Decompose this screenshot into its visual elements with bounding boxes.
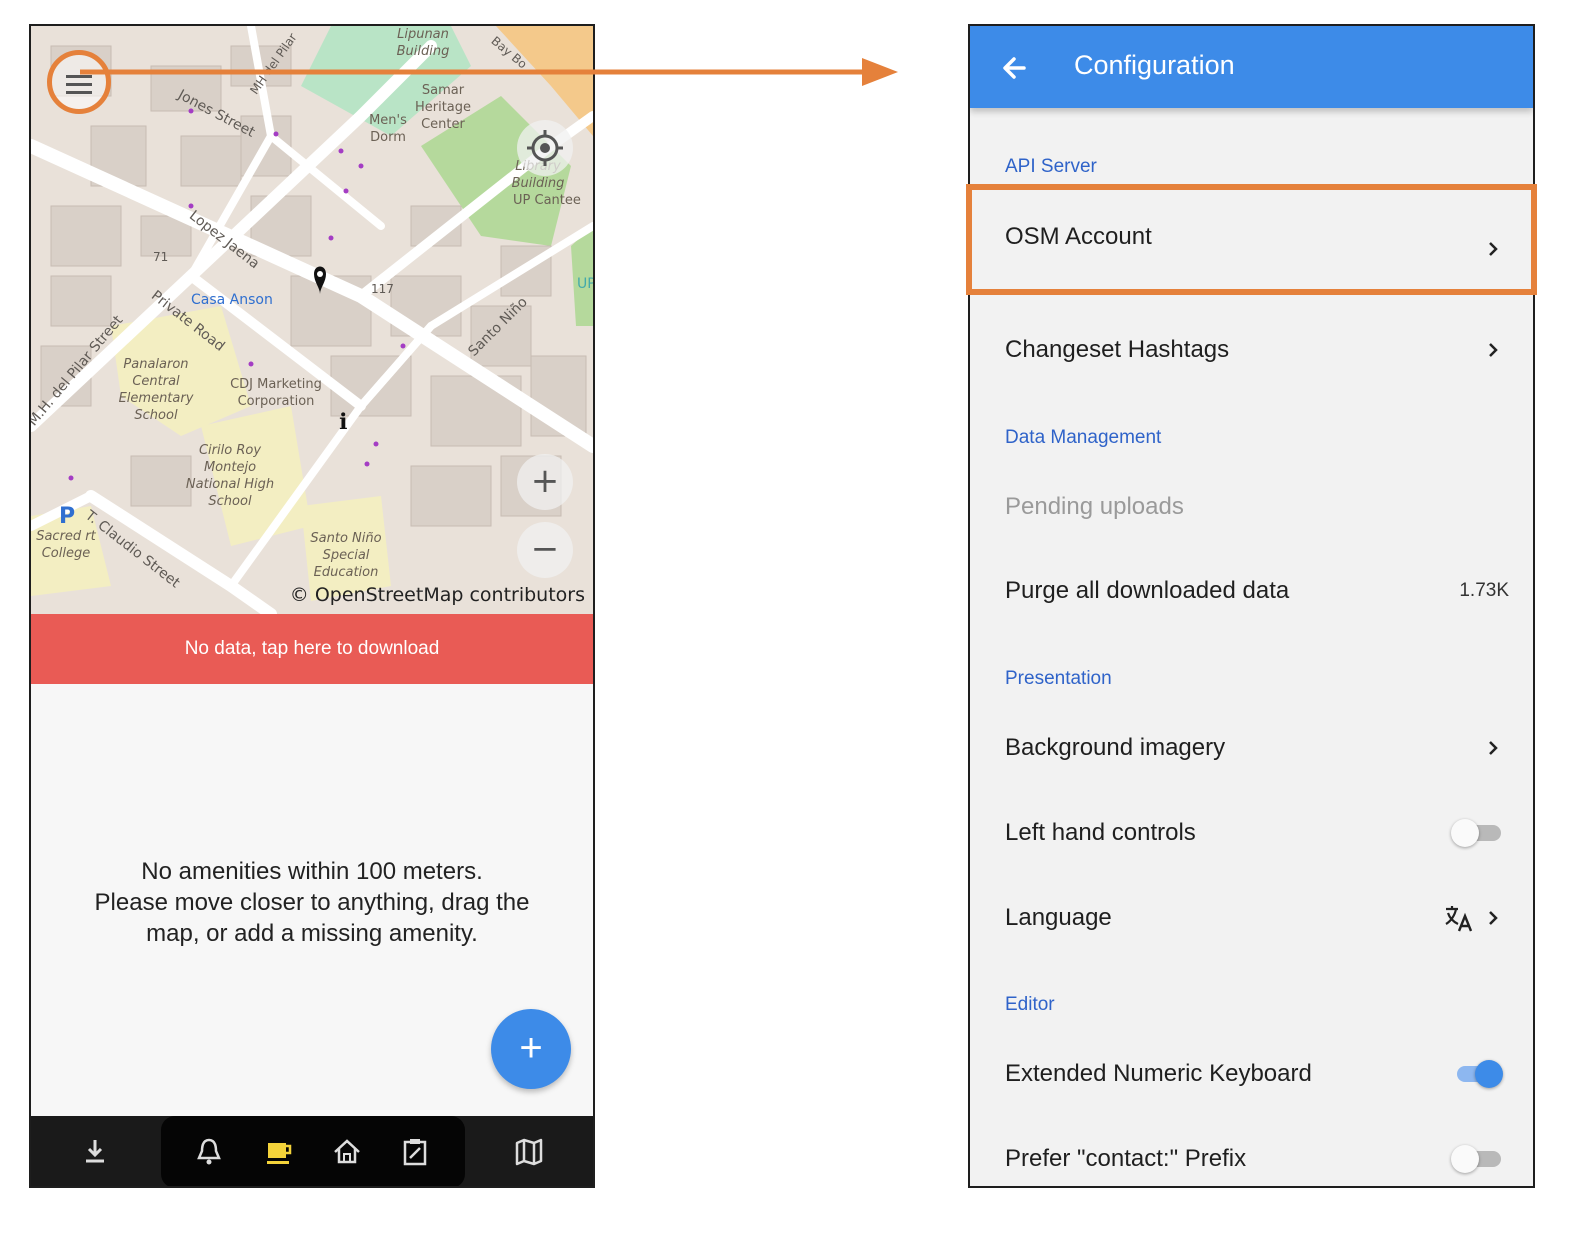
row-label: Prefer "contact:" Prefix [1005, 1145, 1247, 1172]
configuration-screen: Configuration API Server OSM Account Cha… [968, 24, 1535, 1188]
purge-data-row[interactable]: Purge all downloaded data 1.73K [970, 556, 1533, 626]
row-label: OSM Account [1005, 223, 1152, 250]
map-attribution[interactable]: © OpenStreetMap contributors [290, 584, 585, 606]
place-label: Santo Niño Special Education [310, 531, 382, 580]
flow-arrow [80, 58, 898, 86]
place-label: CDJ Marketing Corporation [230, 377, 322, 409]
empty-message-line: No amenities within 100 meters. [141, 858, 483, 885]
background-imagery-row[interactable]: Background imagery [970, 713, 1533, 783]
page-title: Configuration [1074, 50, 1235, 80]
chevron-right-icon [1489, 741, 1498, 755]
row-label: Changeset Hashtags [1005, 336, 1230, 363]
locate-button[interactable] [517, 120, 573, 176]
back-arrow-icon[interactable] [994, 48, 1034, 88]
download-icon[interactable] [77, 1134, 113, 1170]
row-label: Left hand controls [1005, 819, 1196, 846]
download-banner[interactable]: No data, tap here to download [31, 614, 593, 684]
zoom-out-icon: − [530, 529, 560, 569]
toggle-thumb [1451, 1145, 1479, 1173]
chevron-right-icon [1489, 242, 1498, 256]
map-view[interactable]: Jones Street Lopez Jaena Private Road M.… [31, 26, 593, 614]
chevron-right-icon [1489, 911, 1498, 925]
place-label: Sacred rt College [36, 529, 96, 561]
chevron-right-icon [1489, 343, 1498, 357]
home-icon[interactable] [329, 1134, 365, 1170]
section-header-api-server: API Server [1005, 156, 1097, 177]
osm-account-row[interactable]: OSM Account [970, 202, 1533, 272]
bottom-navigation [31, 1116, 593, 1186]
language-row[interactable]: Language [970, 883, 1533, 953]
row-label: Pending uploads [1005, 493, 1184, 520]
place-label: Casa Anson [191, 292, 273, 308]
house-number: 117 [371, 282, 394, 296]
toggle-thumb [1475, 1060, 1503, 1088]
changeset-hashtags-row[interactable]: Changeset Hashtags [970, 315, 1533, 385]
prefer-contact-prefix-row[interactable]: Prefer "contact:" Prefix [970, 1124, 1533, 1186]
house-number: 71 [153, 250, 169, 264]
section-header-presentation: Presentation [1005, 668, 1112, 689]
row-label: Purge all downloaded data [1005, 577, 1290, 604]
place-label: Panalaron Central Elementary School [118, 357, 194, 423]
locate-icon [527, 130, 563, 166]
zoom-out-button[interactable]: − [517, 522, 573, 578]
section-header-editor: Editor [1005, 994, 1055, 1015]
prefer-contact-prefix-toggle[interactable] [1451, 1145, 1503, 1173]
bell-icon[interactable] [191, 1134, 227, 1170]
extended-numeric-keyboard-toggle[interactable] [1451, 1060, 1503, 1088]
row-label: Extended Numeric Keyboard [1005, 1060, 1312, 1087]
place-label: Cirilo Roy Montejo National High School [185, 443, 275, 509]
info-icon[interactable]: ℹ [339, 410, 347, 435]
empty-state-message: No amenities within 100 meters. Please m… [71, 856, 553, 949]
zoom-in-icon: + [530, 461, 560, 501]
left-hand-controls-toggle[interactable] [1451, 819, 1503, 847]
toggle-thumb [1451, 819, 1479, 847]
place-label: UP Cantee [513, 193, 581, 208]
row-label: Language [1005, 904, 1112, 931]
parking-icon[interactable]: P [59, 504, 75, 529]
place-label: Men's Dorm [369, 113, 407, 145]
main-screen: Jones Street Lopez Jaena Private Road M.… [29, 24, 595, 1188]
clipboard-icon[interactable] [397, 1134, 433, 1170]
empty-message-line: map, or add a missing amenity. [146, 920, 478, 947]
extended-numeric-keyboard-row[interactable]: Extended Numeric Keyboard [970, 1039, 1533, 1109]
translate-icon [1445, 906, 1473, 932]
place-label: UP [577, 276, 593, 292]
map-icon[interactable] [511, 1134, 547, 1170]
add-amenity-button[interactable]: + [491, 1009, 571, 1089]
coffee-icon[interactable] [261, 1134, 297, 1170]
purge-data-size: 1.73K [1459, 580, 1509, 601]
zoom-in-button[interactable]: + [517, 454, 573, 510]
app-bar: Configuration [970, 26, 1533, 108]
row-label: Background imagery [1005, 734, 1226, 761]
empty-message-line: Please move closer to anything, drag the [94, 889, 530, 916]
left-hand-controls-row[interactable]: Left hand controls [970, 798, 1533, 868]
section-header-data-management: Data Management [1005, 427, 1162, 448]
pending-uploads-row: Pending uploads [970, 472, 1533, 542]
